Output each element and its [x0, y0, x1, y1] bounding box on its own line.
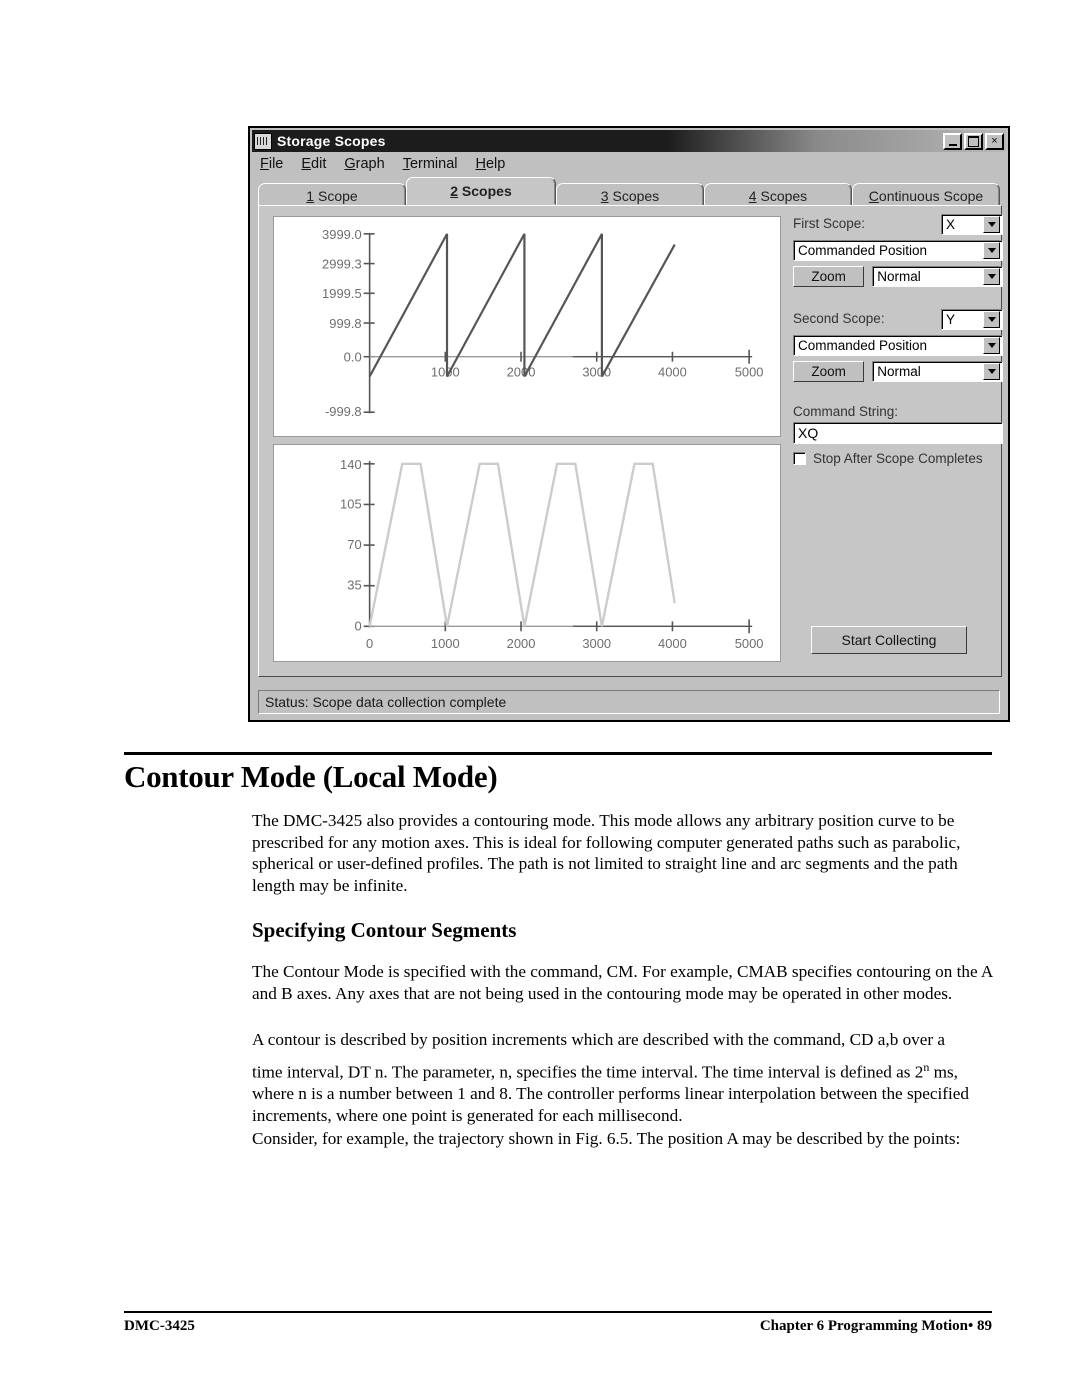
menu-item-edit[interactable]: Edit — [301, 156, 326, 172]
second-scope-svg: 140 105 70 35 0 0 1000 2000 3000 4000 50… — [340, 457, 764, 651]
second-scope-axis-select[interactable]: Y — [941, 309, 1003, 330]
menu-item-terminal[interactable]: Terminal — [403, 156, 458, 172]
second-scope-axis-value: Y — [946, 312, 956, 327]
ytick-label: 0.0 — [344, 350, 362, 365]
ytick-label: 140 — [340, 457, 362, 472]
ytick-label: -999.8 — [325, 404, 362, 419]
chevron-down-icon[interactable] — [983, 363, 1000, 380]
tab-2-scopes[interactable]: 2 Scopes — [406, 177, 556, 205]
first-scope-scale-select[interactable]: Normal — [872, 266, 1003, 287]
second-scope-source-select[interactable]: Commanded Position — [793, 335, 1003, 356]
second-scope-plot[interactable]: 140 105 70 35 0 0 1000 2000 3000 4000 50… — [273, 444, 781, 662]
command-string-input[interactable]: XQ — [793, 422, 1003, 444]
footer-document-id: DMC-3425 — [124, 1318, 195, 1334]
first-scope-source-value: Commanded Position — [798, 243, 928, 258]
ytick-label: 0 — [354, 618, 361, 633]
xtick-label: 2000 — [507, 636, 536, 651]
xtick-label: 5000 — [735, 365, 764, 380]
paragraph-time-interval-pre: time interval, DT n. The parameter, n, s… — [252, 1062, 924, 1082]
xtick-label: 1000 — [431, 365, 460, 380]
tab-continuous-scope[interactable]: Continuous Scope — [852, 183, 1000, 207]
section-heading: Specifying Contour Segments — [252, 918, 517, 942]
first-scope-axis-select[interactable]: X — [941, 214, 1003, 235]
chevron-down-icon[interactable] — [983, 337, 1000, 354]
second-scope-series — [368, 462, 676, 627]
chevron-down-icon[interactable] — [983, 242, 1000, 259]
first-scope-svg: 3999.0 2999.3 1999.5 999.8 0.0 -999.8 10… — [322, 227, 764, 419]
xtick-label: 5000 — [735, 636, 764, 651]
second-scope-scale-value: Normal — [877, 364, 921, 379]
tab-1-scope[interactable]: 1 Scope — [258, 183, 406, 207]
menu-item-file[interactable]: File — [260, 156, 283, 172]
second-scope-source-value: Commanded Position — [798, 338, 928, 353]
footer-rule — [124, 1311, 992, 1313]
paragraph-trajectory: Consider, for example, the trajectory sh… — [252, 1129, 961, 1148]
paragraph-time-interval: time interval, DT n. The parameter, n, s… — [252, 1057, 994, 1126]
tabstrip: 1 Scope 2 Scopes 3 Scopes 4 Scopes Conti… — [258, 177, 1002, 207]
xtick-label: 4000 — [658, 365, 687, 380]
first-scope-plot[interactable]: 3999.0 2999.3 1999.5 999.8 0.0 -999.8 10… — [273, 216, 781, 437]
menubar: File Edit Graph Terminal Help — [250, 152, 1008, 174]
ytick-label: 3999.0 — [322, 227, 362, 242]
app-scope-icon — [254, 132, 272, 150]
heading-rule — [124, 752, 992, 755]
page-title: Contour Mode (Local Mode) — [124, 759, 498, 794]
window-titlebar[interactable]: Storage Scopes × — [252, 130, 1006, 152]
tab-4-scopes[interactable]: 4 Scopes — [704, 183, 852, 207]
xtick-label: 2000 — [507, 365, 536, 380]
tab-page-2-scopes: 3999.0 2999.3 1999.5 999.8 0.0 -999.8 10… — [258, 205, 1003, 677]
start-collecting-button[interactable]: Start Collecting — [811, 626, 967, 654]
close-icon: × — [991, 134, 998, 147]
second-scope-scale-select[interactable]: Normal — [872, 361, 1003, 382]
footer-chapter-page: Chapter 6 Programming Motion• 89 — [759, 1318, 992, 1334]
first-scope-label: First Scope: — [793, 215, 866, 231]
tab-3-scopes[interactable]: 3 Scopes — [556, 183, 704, 207]
minimize-button[interactable] — [943, 132, 962, 150]
ytick-label: 70 — [347, 537, 361, 552]
storage-scopes-window: Storage Scopes × File Edit Graph Termina… — [248, 126, 1010, 722]
xtick-label: 4000 — [658, 636, 687, 651]
scope-controls-panel: First Scope: X Commanded Position Zoom N… — [793, 214, 1003, 669]
first-scope-source-select[interactable]: Commanded Position — [793, 240, 1003, 261]
window-title: Storage Scopes — [277, 133, 386, 149]
xtick-label: 3000 — [582, 636, 611, 651]
xtick-label: 1000 — [431, 636, 460, 651]
stop-after-scope-checkbox[interactable] — [793, 452, 806, 465]
paragraph-intro: The DMC-3425 also provides a contouring … — [252, 811, 961, 895]
chevron-down-icon[interactable] — [983, 216, 1000, 233]
ytick-label: 105 — [340, 496, 362, 511]
chevron-down-icon[interactable] — [983, 311, 1000, 328]
ytick-label: 999.8 — [329, 316, 361, 331]
maximize-button[interactable] — [964, 132, 983, 150]
paragraph-contour-mode: The Contour Mode is specified with the c… — [252, 962, 993, 1003]
menu-item-graph[interactable]: Graph — [344, 156, 384, 172]
second-scope-label: Second Scope: — [793, 310, 885, 326]
stop-after-scope-label: Stop After Scope Completes — [813, 451, 983, 466]
second-scope-zoom-button[interactable]: Zoom — [793, 361, 865, 382]
first-scope-scale-value: Normal — [877, 269, 921, 284]
ytick-label: 2999.3 — [322, 257, 362, 272]
window-controls: × — [943, 132, 1004, 150]
first-scope-axis-value: X — [946, 217, 956, 232]
xtick-label: 0 — [366, 636, 373, 651]
chevron-down-icon[interactable] — [983, 268, 1000, 285]
paragraph-contour-increments: A contour is described by position incre… — [252, 1030, 946, 1049]
status-bar: Status: Scope data collection complete — [258, 690, 1000, 714]
ytick-label: 1999.5 — [322, 286, 362, 301]
first-scope-series — [368, 233, 676, 378]
ytick-label: 35 — [347, 578, 361, 593]
menu-item-help[interactable]: Help — [475, 156, 505, 172]
command-string-label: Command String: — [793, 404, 899, 419]
first-scope-zoom-button[interactable]: Zoom — [793, 266, 865, 287]
stop-after-scope-row[interactable]: Stop After Scope Completes — [793, 451, 1003, 466]
close-button[interactable]: × — [985, 132, 1004, 150]
